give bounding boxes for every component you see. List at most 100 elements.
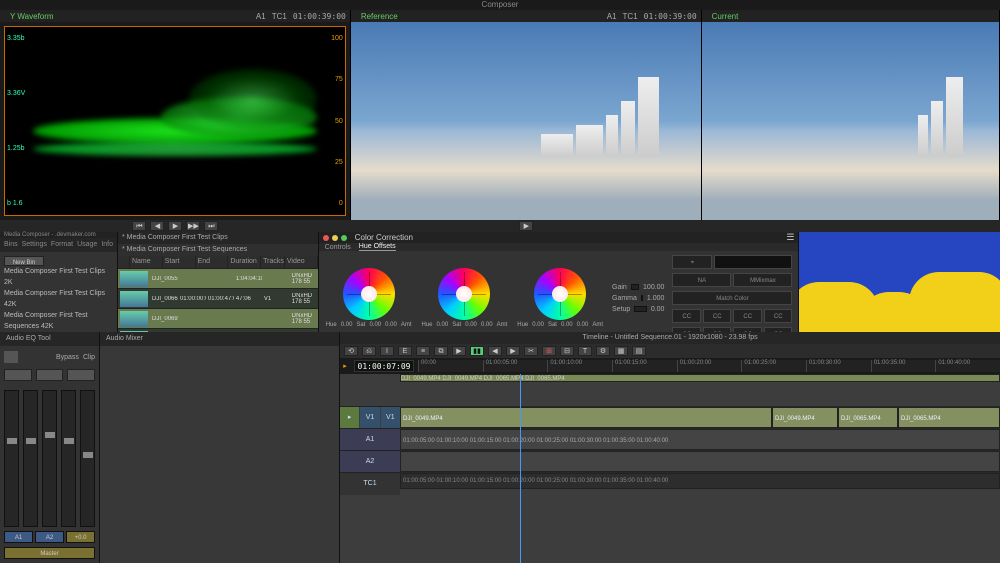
midtones-wheel[interactable]: Hue0.00Sat0.000.00Amt — [420, 268, 508, 328]
track-tc1[interactable]: TC1 — [340, 473, 400, 495]
timeline-tool-button[interactable]: ⊞ — [542, 346, 556, 356]
bin-item[interactable]: Media Composer First Test Sequences 42K — [4, 310, 113, 332]
a2-lane[interactable] — [400, 450, 1000, 472]
eq-fader[interactable] — [80, 390, 95, 527]
transport-fwd-icon[interactable]: ▶▶ — [186, 221, 200, 231]
gamma-slider[interactable] — [641, 295, 643, 301]
timeline-tool-button[interactable]: ▶ — [506, 346, 520, 356]
minimize-icon[interactable] — [332, 235, 338, 241]
track-src-v1[interactable]: ▸ — [340, 407, 359, 428]
cc-tab-controls[interactable]: Controls — [325, 244, 351, 251]
transport-back-icon[interactable]: ◀ — [150, 221, 164, 231]
timeline-clip[interactable]: DJI_0065.MP4 — [898, 407, 1000, 428]
track-a2[interactable]: A2 — [340, 451, 400, 472]
track-lanes[interactable]: DJI_0049.MP4 DJI_0049.MP4 DJI_0065.MP4 D… — [400, 374, 1000, 563]
bin-tab-format[interactable]: Format — [51, 238, 73, 252]
eq-ch-a2[interactable]: A2 — [35, 531, 64, 543]
eq-ch-a1[interactable]: A1 — [4, 531, 33, 543]
waveform-title: Y Waveform — [10, 12, 54, 21]
cc-preset[interactable]: CC — [764, 309, 793, 323]
eq-fader[interactable] — [42, 390, 57, 527]
transport-play-icon[interactable]: ▶ — [168, 221, 182, 231]
cliplist-tab-2[interactable]: * Media Composer First Test Sequences — [122, 244, 247, 256]
cliplist-row[interactable]: DJI_0055.MP41:04:04:18DNxHD 178 55 — [118, 268, 318, 288]
bin-tab-settings[interactable]: Settings — [22, 238, 47, 252]
panel-menu-icon[interactable]: ☰ — [786, 232, 794, 243]
zoom-icon[interactable] — [341, 235, 347, 241]
eq-band-button[interactable] — [4, 369, 32, 381]
timeline-tool-button[interactable]: ▦ — [614, 346, 628, 356]
waveform-scope[interactable]: 3.35b 3.36V 1.25b b 1.6 100 75 50 25 0 — [4, 26, 346, 216]
bin-tab-usage[interactable]: Usage — [77, 238, 97, 252]
timeline-tool-button[interactable]: ⟲ — [344, 346, 358, 356]
cliplist-row[interactable]: DJI_0066.MP401:00:00:0001:00:47:0647:06V… — [118, 288, 318, 308]
track-v1[interactable]: V1 — [360, 407, 379, 428]
bin-tab-info[interactable]: Info — [101, 238, 113, 252]
reference-video[interactable] — [351, 22, 701, 220]
eq-fader[interactable] — [4, 390, 19, 527]
shadows-wheel[interactable]: Hue0.00Sat0.000.00Amt — [325, 268, 413, 328]
track-a1[interactable]: A1 — [340, 429, 400, 450]
a1-lane[interactable]: 01:00:05:00 01:00:10:00 01:00:15:00 01:0… — [400, 428, 1000, 450]
cliplist-row[interactable]: DJI_0069.MP4DNxHD 178 55 — [118, 308, 318, 328]
eq-band-button[interactable] — [67, 369, 95, 381]
timeline-tool-button[interactable]: ▤ — [632, 346, 646, 356]
timeline-tool-button[interactable]: ⎌ — [362, 346, 376, 356]
timeline-tool-button[interactable]: ▶ — [452, 346, 466, 356]
tc-indicator-icon[interactable]: ▸ — [340, 362, 350, 370]
master-timecode[interactable]: 01:00:07:09 — [354, 360, 414, 372]
track-v1-rec[interactable]: V1 — [381, 407, 400, 428]
cc-titlebar[interactable]: Color Correction ☰ — [319, 232, 799, 243]
match-color-button[interactable]: Match Color — [672, 291, 792, 305]
setup-slider[interactable] — [634, 306, 647, 312]
bin-item[interactable]: Media Composer First Test Clips 42K — [4, 288, 113, 310]
cc-tab-hueoffsets[interactable]: Hue Offsets — [359, 243, 396, 251]
timeline-tool-button[interactable]: ⊟ — [560, 346, 574, 356]
waveform-channel[interactable]: A1 — [256, 12, 266, 21]
waveform-left-scale: 3.35b 3.36V 1.25b b 1.6 — [7, 35, 31, 207]
current-video[interactable] — [702, 22, 999, 220]
timeline-tool-button[interactable]: ⧉ — [434, 346, 448, 356]
reference-title[interactable]: Reference — [361, 12, 398, 21]
timeline-clip[interactable]: DJI_0049.MP4 — [772, 407, 838, 428]
cc-swatches[interactable] — [714, 255, 792, 269]
new-bin-button[interactable]: New Bin — [4, 256, 44, 266]
eq-fader[interactable] — [61, 390, 76, 527]
effect-preview[interactable] — [799, 232, 1000, 332]
bin-item[interactable]: Media Composer First Test Clips 2K — [4, 266, 113, 288]
timeline-ruler-row: ▸ 01:00:07:09 00:0001:00:05:0001:00:10:0… — [340, 358, 1000, 374]
timeline-tool-button[interactable]: ▮▮ — [470, 346, 484, 356]
eq-band-button[interactable] — [36, 369, 64, 381]
timeline-tool-button[interactable]: ≡ — [416, 346, 430, 356]
time-ruler[interactable]: 00:0001:00:05:0001:00:10:0001:00:15:0001… — [418, 360, 1000, 372]
lane-bar[interactable]: DJI_0049.MP4 DJI_0049.MP4 DJI_0065.MP4 D… — [400, 374, 1000, 382]
transport-end-icon[interactable]: ⏭ — [204, 221, 218, 231]
transport-start-icon[interactable]: ⏮ — [132, 221, 146, 231]
eq-power-icon[interactable] — [4, 351, 18, 363]
ref-transport-play-icon[interactable]: ▶ — [519, 221, 533, 231]
v1-lane[interactable]: DJI_0049.MP4DJI_0049.MP4DJI_0065.MP4DJI_… — [400, 406, 1000, 428]
highlights-wheel[interactable]: Hue0.00Sat0.000.00Amt — [516, 268, 604, 328]
reference-ch[interactable]: A1 — [607, 12, 617, 21]
timeline-tool-button[interactable]: ✂ — [524, 346, 538, 356]
timeline-tool-button[interactable]: ⚙ — [596, 346, 610, 356]
timeline-tool-button[interactable]: E — [398, 346, 412, 356]
tc-lane[interactable]: 01:00:05:00 01:00:10:00 01:00:15:00 01:0… — [400, 472, 1000, 494]
timeline-tool-button[interactable]: T — [578, 346, 592, 356]
eq-fader[interactable] — [23, 390, 38, 527]
cc-eyedropper-icon[interactable]: ⌖ — [672, 255, 712, 269]
timeline-tool-button[interactable]: ◀ — [488, 346, 502, 356]
bin-tab-bins[interactable]: Bins — [4, 238, 18, 252]
cc-preset[interactable]: CC — [703, 309, 732, 323]
timeline-tool-button[interactable]: I — [380, 346, 394, 356]
eq-master-button[interactable]: Master — [4, 547, 95, 559]
cc-preset[interactable]: CC — [733, 309, 762, 323]
current-title[interactable]: Current — [712, 12, 739, 21]
gain-slider[interactable] — [631, 284, 639, 290]
timeline-clip[interactable]: DJI_0065.MP4 — [838, 407, 898, 428]
cliplist-tab-1[interactable]: * Media Composer First Test Clips — [122, 232, 228, 244]
cc-preset[interactable]: CC — [672, 309, 701, 323]
close-icon[interactable] — [323, 235, 329, 241]
playhead[interactable] — [520, 374, 521, 563]
timeline-clip[interactable]: DJI_0049.MP4 — [400, 407, 772, 428]
